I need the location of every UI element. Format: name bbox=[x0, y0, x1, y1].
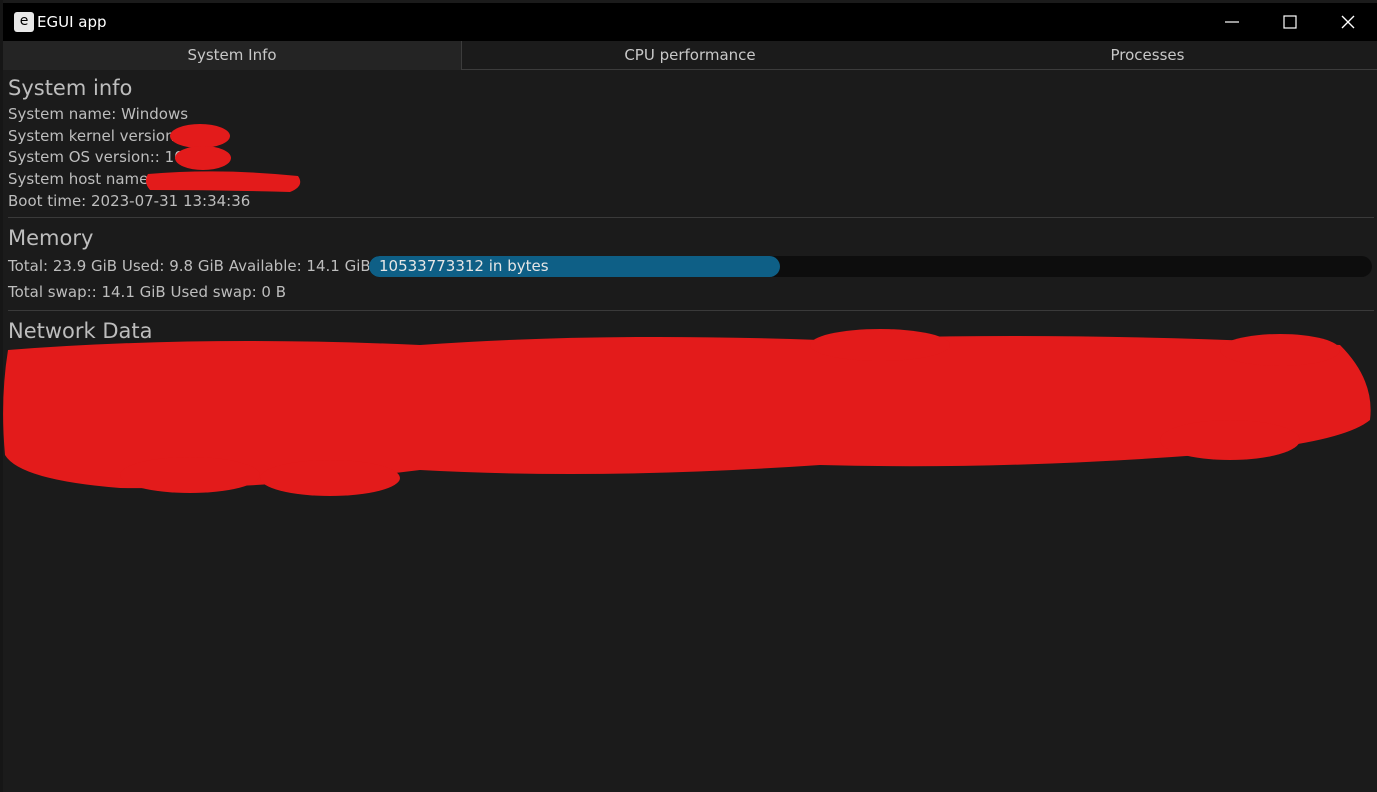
separator bbox=[8, 217, 1374, 218]
separator bbox=[8, 310, 1374, 311]
tab-system-info[interactable]: System Info bbox=[3, 41, 462, 70]
system-info-heading: System info bbox=[8, 76, 133, 100]
close-icon bbox=[1341, 15, 1355, 29]
swap-text: Total swap:: 14.1 GiB Used swap: 0 B bbox=[8, 283, 287, 301]
minimize-button[interactable] bbox=[1203, 3, 1261, 41]
window-title: EGUI app bbox=[37, 13, 107, 31]
minimize-icon bbox=[1225, 21, 1239, 23]
os-version-text: System OS version:: 10 bbox=[8, 148, 184, 166]
memory-progress-label: 10533773312 in bytes bbox=[379, 257, 549, 275]
network-heading: Network Data bbox=[8, 319, 153, 343]
system-name-text: System name: Windows bbox=[8, 105, 189, 123]
app-window: e EGUI app System Info CPU performance P… bbox=[0, 0, 1377, 792]
redaction-overlay bbox=[3, 124, 1371, 496]
maximize-icon bbox=[1283, 15, 1297, 29]
memory-summary-text: Total: 23.9 GiB Used: 9.8 GiB Available:… bbox=[8, 257, 371, 275]
host-name-text: System host name: bbox=[8, 170, 154, 188]
memory-heading: Memory bbox=[8, 226, 94, 250]
maximize-button[interactable] bbox=[1261, 3, 1319, 41]
memory-progress-bar: 10533773312 in bytes bbox=[369, 256, 1372, 277]
title-bar[interactable]: e EGUI app bbox=[3, 3, 1377, 41]
kernel-version-text: System kernel version: bbox=[8, 127, 180, 145]
tab-processes[interactable]: Processes bbox=[918, 41, 1377, 70]
boot-time-text: Boot time: 2023-07-31 13:34:36 bbox=[8, 192, 251, 210]
close-button[interactable] bbox=[1319, 3, 1377, 41]
window-edge bbox=[0, 0, 3, 792]
app-icon: e bbox=[14, 12, 34, 32]
tab-bar: System Info CPU performance Processes bbox=[3, 41, 1377, 70]
tab-cpu-performance[interactable]: CPU performance bbox=[462, 41, 918, 70]
